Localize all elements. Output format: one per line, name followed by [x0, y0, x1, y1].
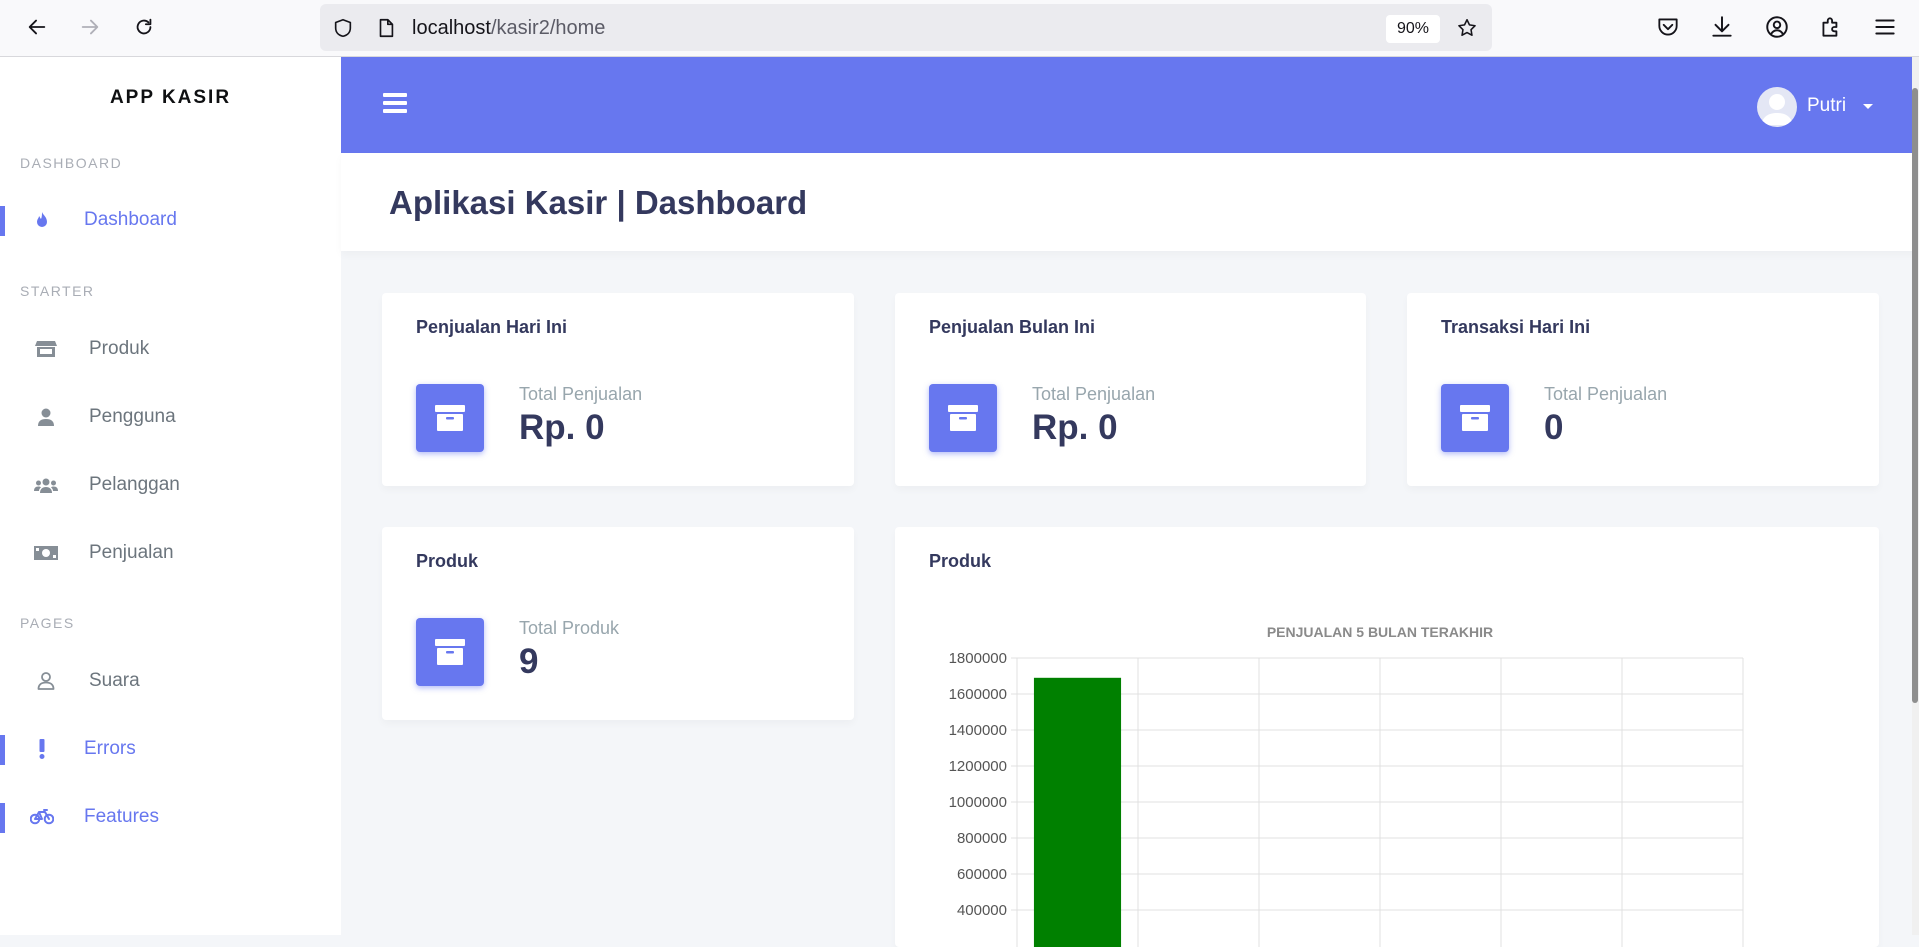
stat-card-penjualan-bulan-ini: Penjualan Bulan Ini Total Penjualan Rp. … [895, 293, 1366, 486]
menu-header-pages: PAGES [20, 615, 75, 631]
y-tick-label: 1800000 [949, 650, 1007, 667]
menu-header-starter: STARTER [20, 283, 95, 299]
archive-icon [416, 618, 484, 686]
back-icon[interactable] [22, 12, 52, 42]
user-outline-icon [34, 670, 58, 692]
page-title: Aplikasi Kasir | Dashboard [389, 184, 808, 221]
caret-down-icon[interactable] [1863, 104, 1873, 109]
sidebar-item-pengguna[interactable]: Pengguna [0, 395, 341, 439]
browser-toolbar: localhost/kasir2/home 90% [0, 0, 1919, 57]
sidebar-item-label: Pelanggan [89, 474, 180, 495]
download-icon[interactable] [1709, 14, 1735, 40]
stat-label: Total Penjualan [1544, 384, 1668, 404]
sidebar-item-label: Suara [89, 670, 140, 691]
stat-card-produk: Produk Total Produk 9 [382, 527, 854, 720]
stat-card-penjualan-hari-ini: Penjualan Hari Ini Total Penjualan Rp. 0 [382, 293, 854, 486]
fire-icon [30, 209, 54, 231]
sidebar-item-features[interactable]: Features [0, 795, 341, 839]
card-title: Transaksi Hari Ini [1441, 317, 1591, 337]
stat-value: Rp. 0 [1032, 408, 1118, 447]
url-text[interactable]: localhost/kasir2/home [412, 17, 605, 40]
stat-value: 9 [519, 642, 539, 681]
extensions-icon[interactable] [1818, 14, 1844, 40]
card-title: Produk [416, 551, 479, 571]
sidebar-item-label: Features [84, 806, 159, 827]
y-tick-label: 400000 [957, 902, 1007, 919]
sidebar-item-label: Errors [84, 738, 136, 759]
forward-icon[interactable] [75, 12, 105, 42]
users-icon [34, 474, 58, 496]
page-icon[interactable] [375, 17, 397, 39]
card-title: Penjualan Bulan Ini [929, 317, 1096, 337]
sidebar-item-produk[interactable]: Produk [0, 327, 341, 371]
account-icon[interactable] [1764, 14, 1790, 40]
sidebar-item-label: Pengguna [89, 406, 176, 427]
sidebar-toggle-icon[interactable] [383, 93, 407, 113]
shield-icon[interactable] [332, 17, 354, 39]
sidebar-item-pelanggan[interactable]: Pelanggan [0, 463, 341, 507]
sidebar-item-penjualan[interactable]: Penjualan [0, 531, 341, 575]
sales-bar-chart: PENJUALAN 5 BULAN TERAKHIR 1800000 1600000… [949, 624, 1744, 947]
sidebar-item-suara[interactable]: Suara [0, 659, 341, 703]
section-header: Aplikasi Kasir | Dashboard [341, 153, 1919, 251]
y-tick-label: 1200000 [949, 758, 1007, 775]
y-tick-label: 1400000 [949, 722, 1007, 739]
chart-title: PENJUALAN 5 BULAN TERAKHIR [1267, 624, 1493, 640]
bicycle-icon [30, 806, 54, 828]
y-tick-label: 1000000 [949, 794, 1007, 811]
y-tick-label: 800000 [957, 830, 1007, 847]
menu-header-dashboard: DASHBOARD [20, 155, 123, 171]
sidebar-item-errors[interactable]: Errors [0, 727, 341, 771]
exclamation-icon [30, 738, 54, 760]
stat-label: Total Penjualan [1032, 384, 1156, 404]
url-bar[interactable]: localhost/kasir2/home 90% [320, 4, 1492, 51]
stat-value: Rp. 0 [519, 408, 605, 447]
store-icon [34, 338, 58, 360]
archive-icon [1441, 384, 1509, 452]
archive-icon [929, 384, 997, 452]
chart-card: Produk PENJUALAN 5 BULAN TERAKHIR 1800000… [895, 527, 1879, 947]
avatar[interactable] [1757, 87, 1797, 127]
sidebar: APP KASIR DASHBOARD Dashboard STARTER Pr… [0, 57, 341, 935]
user-name[interactable]: Putri [1807, 95, 1846, 117]
card-title: Penjualan Hari Ini [416, 317, 568, 337]
reload-icon[interactable] [129, 12, 159, 42]
stat-label: Total Penjualan [519, 384, 643, 404]
zoom-badge[interactable]: 90% [1386, 15, 1440, 43]
bookmark-star-icon[interactable] [1456, 17, 1478, 39]
sidebar-item-label: Produk [89, 338, 150, 359]
brand-logo[interactable]: APP KASIR [0, 87, 341, 109]
stat-label: Total Produk [519, 618, 620, 638]
bar [1033, 677, 1122, 947]
archive-icon [416, 384, 484, 452]
top-navbar: Putri [341, 57, 1919, 153]
sidebar-item-dashboard[interactable]: Dashboard [0, 198, 341, 242]
y-tick-label: 1600000 [949, 686, 1007, 703]
app-menu-icon[interactable] [1872, 14, 1898, 40]
money-icon [34, 542, 58, 564]
stat-value: 0 [1544, 408, 1564, 447]
pocket-icon[interactable] [1655, 14, 1681, 40]
stat-card-transaksi-hari-ini: Transaksi Hari Ini Total Penjualan 0 [1407, 293, 1879, 486]
sidebar-item-label: Dashboard [84, 209, 177, 230]
y-tick-label: 600000 [957, 866, 1007, 883]
scrollbar-thumb[interactable] [1912, 88, 1918, 703]
user-icon [34, 406, 58, 428]
sidebar-item-label: Penjualan [89, 542, 174, 563]
